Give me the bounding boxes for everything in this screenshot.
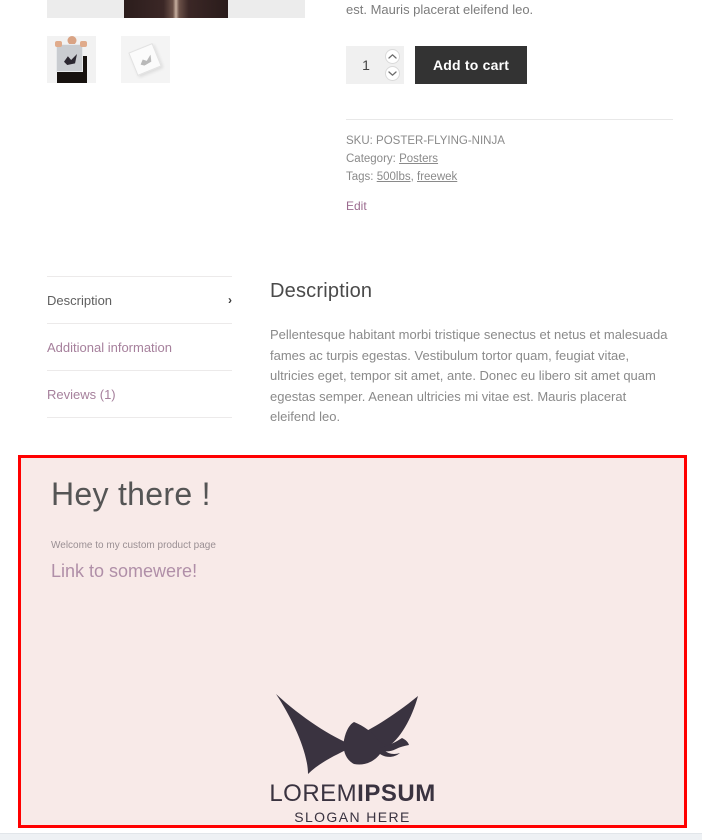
poster-artwork-shape [56,44,83,72]
model-left-hand-shape [55,41,62,47]
sku-label: SKU: [346,135,373,147]
custom-section-link[interactable]: Link to somewere! [51,561,197,582]
product-page: est. Mauris placerat eleifend leo. Add t… [0,0,702,840]
tab-panel-body: Pellentesque habitant morbi tristique se… [270,327,668,424]
add-to-cart-button[interactable]: Add to cart [415,46,528,84]
product-tags-row: Tags: 500lbs, freewek [346,168,673,186]
quantity-spinner-buttons [385,49,400,81]
tab-panel-heading: Description [270,280,373,302]
product-meta: SKU: POSTER-FLYING-NINJA Category: Poste… [346,132,673,186]
product-summary: est. Mauris placerat eleifend leo. Add t… [346,0,673,215]
product-photo-subject [124,0,228,18]
footer-strip [0,833,702,840]
product-main-image[interactable] [47,0,305,18]
product-tabs: Description › Additional information Rev… [47,276,673,428]
blank-poster-shape [128,43,162,76]
logo-brand-bold: IPSUM [357,780,436,807]
product-thumbnail-1[interactable] [47,36,96,83]
tag-link-1[interactable]: 500lbs [377,171,411,183]
flying-bird-logo-icon [275,694,418,774]
model-right-hand-shape [80,41,87,47]
tab-list: Description › Additional information Rev… [47,276,232,418]
tab-description[interactable]: Description › [47,277,232,324]
short-description-tail: est. Mauris placerat eleifend leo. [346,2,534,17]
logo-slogan-text: SLOGAN HERE [294,809,411,825]
add-to-cart-form: Add to cart [346,46,673,84]
product-gallery [47,0,305,83]
tab-reviews-label[interactable]: Reviews (1) [47,387,116,402]
quantity-stepper[interactable] [346,46,404,84]
product-category-row: Category: Posters [346,150,673,168]
summary-divider [346,119,673,120]
tab-additional-information[interactable]: Additional information [47,324,232,371]
quantity-increase-button[interactable] [385,49,400,64]
tab-description-label[interactable]: Description [47,293,112,308]
quantity-decrease-button[interactable] [385,66,400,81]
product-thumbnail-list [47,36,305,83]
logo-brand-text: LOREMIPSUM [269,780,435,808]
lorem-ipsum-logo: LOREMIPSUM SLOGAN HERE [21,692,684,825]
product-sku-row: SKU: POSTER-FLYING-NINJA [346,132,673,150]
category-label: Category: [346,153,396,165]
tab-additional-information-label[interactable]: Additional information [47,340,172,355]
custom-product-section: Hey there ! Welcome to my custom product… [18,455,687,828]
chevron-right-icon: › [228,293,232,307]
custom-section-heading: Hey there ! [51,476,211,512]
sku-value: POSTER-FLYING-NINJA [376,135,505,147]
edit-product-link[interactable]: Edit [346,199,367,213]
logo-brand-light: LOREM [269,780,358,807]
product-thumbnail-2[interactable] [121,36,170,83]
tags-separator: , [410,171,414,183]
tag-link-2[interactable]: freewek [417,171,457,183]
tags-label: Tags: [346,171,374,183]
category-link[interactable]: Posters [399,153,438,165]
quantity-input[interactable] [346,46,386,84]
tab-reviews[interactable]: Reviews (1) [47,371,232,418]
custom-section-welcome-text: Welcome to my custom product page [51,540,216,551]
tab-panel-description: Description Pellentesque habitant morbi … [270,276,673,428]
